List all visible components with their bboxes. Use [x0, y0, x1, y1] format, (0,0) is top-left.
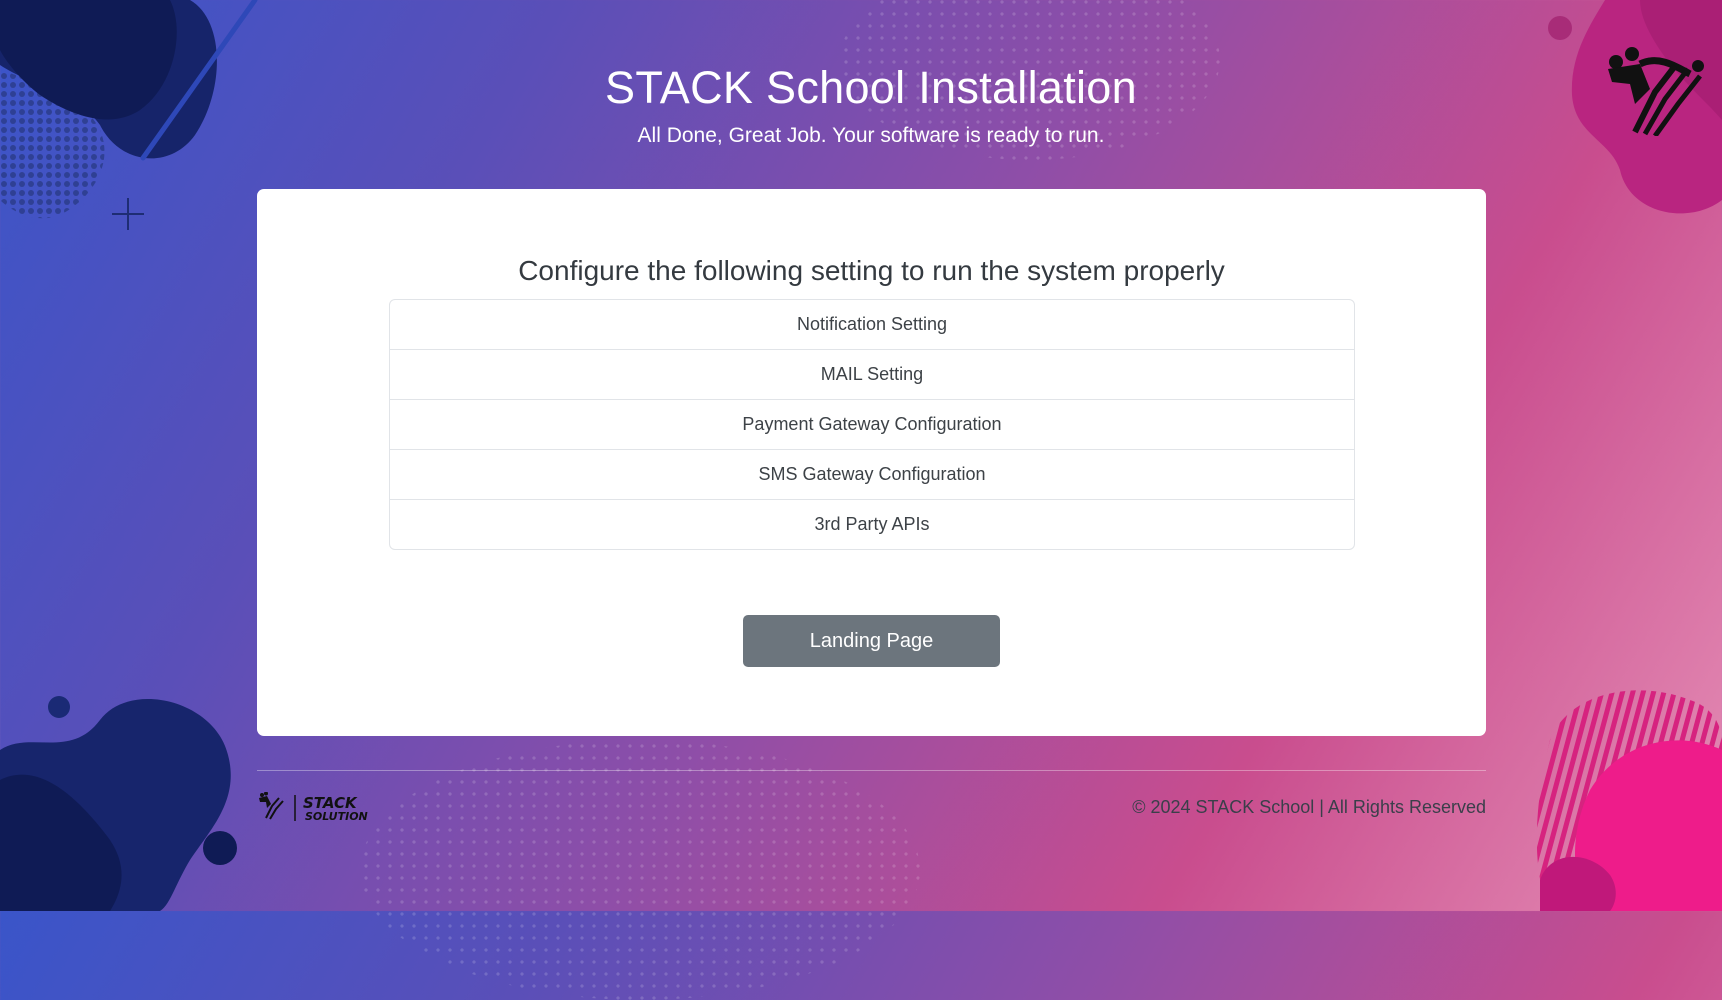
page-title: STACK School Installation: [605, 62, 1137, 113]
settings-item-third-party-apis[interactable]: 3rd Party APIs: [390, 499, 1354, 549]
footer-divider: [257, 770, 1486, 771]
page-subtitle: All Done, Great Job. Your software is re…: [637, 124, 1105, 147]
settings-item-notification[interactable]: Notification Setting: [390, 300, 1354, 349]
settings-list: Notification Setting MAIL Setting Paymen…: [389, 299, 1355, 550]
card-heading: Configure the following setting to run t…: [518, 255, 1225, 286]
stack-solution-logo-icon[interactable]: STACK SOLUTION: [257, 792, 397, 822]
copyright-text: © 2024 STACK School | All Rights Reserve…: [1132, 797, 1486, 817]
configuration-card: Configure the following setting to run t…: [257, 189, 1486, 736]
settings-item-payment-gateway[interactable]: Payment Gateway Configuration: [390, 399, 1354, 449]
settings-item-sms-gateway[interactable]: SMS Gateway Configuration: [390, 449, 1354, 499]
logo-text-bottom: SOLUTION: [305, 810, 368, 822]
page-header: STACK School Installation All Done, Grea…: [0, 62, 1722, 148]
landing-page-button[interactable]: Landing Page: [743, 615, 1000, 667]
bottom-left-blob-decoration: [0, 696, 237, 911]
settings-item-mail[interactable]: MAIL Setting: [390, 349, 1354, 399]
bottom-right-blob-decoration: [1536, 690, 1722, 911]
background-dots: [360, 740, 920, 1000]
